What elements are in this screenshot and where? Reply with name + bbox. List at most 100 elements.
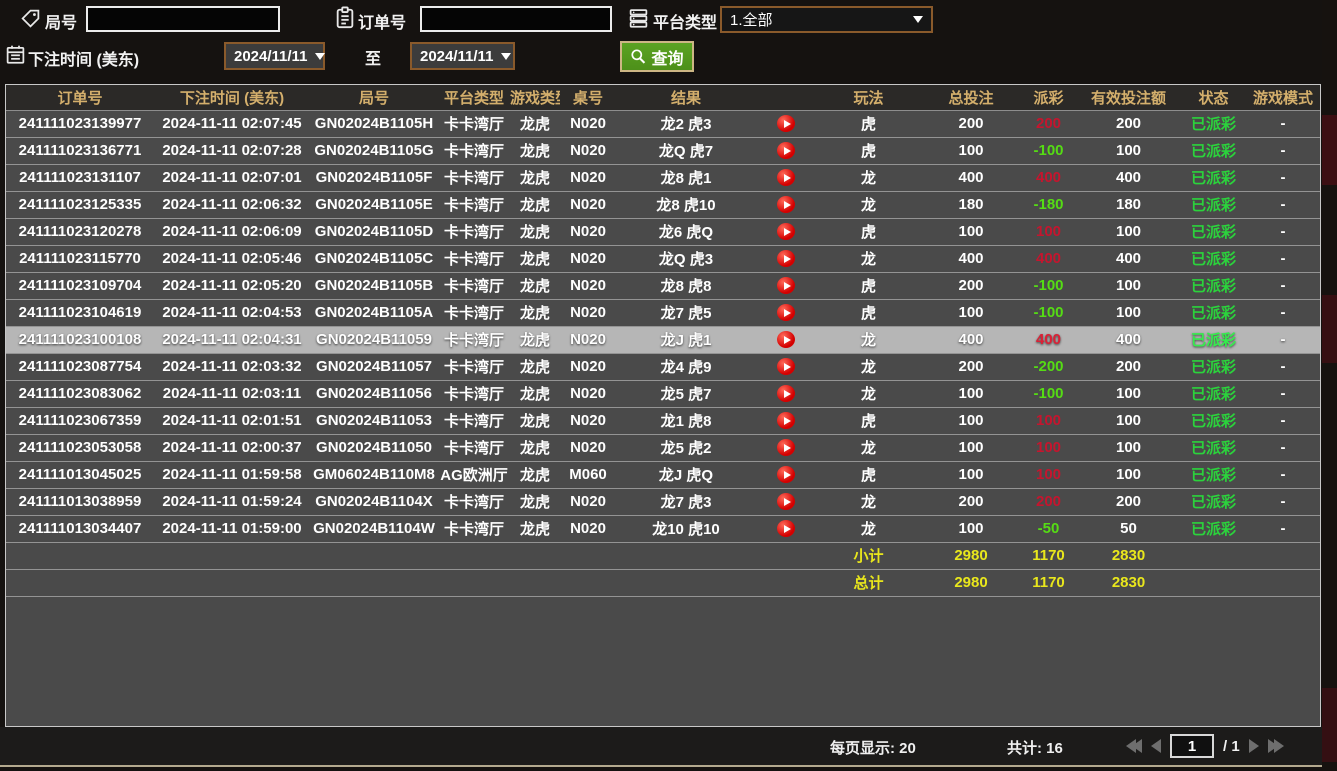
table-header-row: 订单号下注时间 (美东)局号平台类型游戏类型桌号结果玩法总投注派彩有效投注额状态… (6, 85, 1320, 110)
cell-bet: 400 (921, 245, 1021, 272)
cell-mode: - (1246, 407, 1320, 434)
cell-valid: 180 (1076, 191, 1181, 218)
cell-table_no: N020 (560, 218, 616, 245)
subtotal-row-cell-5 (560, 542, 616, 569)
cell-mode: - (1246, 380, 1320, 407)
cell-valid: 100 (1076, 218, 1181, 245)
date-to-picker[interactable]: 2024/11/11 (410, 42, 515, 70)
replay-play-icon[interactable] (777, 223, 795, 240)
cell-order: 241111023136771 (6, 137, 154, 164)
replay-play-icon[interactable] (777, 466, 795, 483)
platform-type-select[interactable]: 1.全部 (720, 6, 933, 33)
cell-platform: 卡卡湾厅 (438, 191, 510, 218)
prev-page-button[interactable] (1151, 739, 1161, 753)
replay-play-icon[interactable] (777, 385, 795, 402)
cell-mode: - (1246, 137, 1320, 164)
cell-replay (756, 137, 816, 164)
pager: / 1 (1126, 734, 1284, 758)
cell-platform: 卡卡湾厅 (438, 380, 510, 407)
replay-play-icon[interactable] (777, 439, 795, 456)
round-input[interactable] (86, 6, 280, 32)
cell-platform: 卡卡湾厅 (438, 488, 510, 515)
cell-bet: 200 (921, 272, 1021, 299)
cell-game: 龙虎 (510, 353, 560, 380)
cell-payout: 400 (1021, 164, 1076, 191)
table-row[interactable]: 2411110231157702024-11-11 02:05:46GN0202… (6, 245, 1320, 272)
total-row-cell-11: 2830 (1076, 569, 1181, 596)
cell-time: 2024-11-11 01:59:00 (154, 515, 310, 542)
page-number-input[interactable] (1170, 734, 1214, 758)
replay-play-icon[interactable] (777, 331, 795, 348)
table-row[interactable]: 2411110231367712024-11-11 02:07:28GN0202… (6, 137, 1320, 164)
total-row-cell-10: 1170 (1021, 569, 1076, 596)
cell-status: 已派彩 (1181, 272, 1246, 299)
cell-result: 龙6 虎Q (616, 218, 756, 245)
table-row[interactable]: 2411110130389592024-11-11 01:59:24GN0202… (6, 488, 1320, 515)
table-row[interactable]: 2411110230877542024-11-11 02:03:32GN0202… (6, 353, 1320, 380)
replay-play-icon[interactable] (777, 115, 795, 132)
table-row[interactable]: 2411110231046192024-11-11 02:04:53GN0202… (6, 299, 1320, 326)
replay-play-icon[interactable] (777, 250, 795, 267)
cell-valid: 100 (1076, 380, 1181, 407)
cell-table_no: N020 (560, 164, 616, 191)
cell-platform: 卡卡湾厅 (438, 326, 510, 353)
next-page-button[interactable] (1249, 739, 1259, 753)
query-button[interactable]: 查询 (620, 41, 694, 72)
cell-replay (756, 110, 816, 137)
table-row[interactable]: 2411110231253352024-11-11 02:06:32GN0202… (6, 191, 1320, 218)
replay-play-icon[interactable] (777, 142, 795, 159)
replay-play-icon[interactable] (777, 169, 795, 186)
cell-result: 龙4 虎9 (616, 353, 756, 380)
cell-valid: 100 (1076, 272, 1181, 299)
cell-platform: 卡卡湾厅 (438, 137, 510, 164)
order-input[interactable] (420, 6, 612, 32)
table-row[interactable]: 2411110231202782024-11-11 02:06:09GN0202… (6, 218, 1320, 245)
cell-play: 虎 (816, 272, 921, 299)
replay-play-icon[interactable] (777, 412, 795, 429)
replay-play-icon[interactable] (777, 277, 795, 294)
bottom-divider (0, 765, 1337, 767)
cell-replay (756, 164, 816, 191)
table-row[interactable]: 2411110230530582024-11-11 02:00:37GN0202… (6, 434, 1320, 461)
replay-play-icon[interactable] (777, 358, 795, 375)
to-label: 至 (365, 45, 381, 69)
table-row[interactable]: 2411110230673592024-11-11 02:01:51GN0202… (6, 407, 1320, 434)
cell-time: 2024-11-11 02:04:53 (154, 299, 310, 326)
table-body: 2411110231399772024-11-11 02:07:45GN0202… (6, 110, 1320, 596)
cell-round: GN02024B11050 (310, 434, 438, 461)
cell-status: 已派彩 (1181, 326, 1246, 353)
cell-result: 龙8 虎8 (616, 272, 756, 299)
cell-time: 2024-11-11 02:07:45 (154, 110, 310, 137)
date-from-picker[interactable]: 2024/11/11 (224, 42, 325, 70)
cell-mode: - (1246, 434, 1320, 461)
cell-play: 龙 (816, 164, 921, 191)
last-page-button[interactable] (1268, 739, 1284, 753)
first-page-button[interactable] (1126, 739, 1142, 753)
cell-time: 2024-11-11 02:00:37 (154, 434, 310, 461)
cell-table_no: N020 (560, 407, 616, 434)
replay-play-icon[interactable] (777, 493, 795, 510)
table-row[interactable]: 2411110231001082024-11-11 02:04:31GN0202… (6, 326, 1320, 353)
cell-mode: - (1246, 326, 1320, 353)
replay-play-icon[interactable] (777, 520, 795, 537)
replay-play-icon[interactable] (777, 196, 795, 213)
cell-round: GN02024B1105F (310, 164, 438, 191)
bet-records-table-container: 订单号下注时间 (美东)局号平台类型游戏类型桌号结果玩法总投注派彩有效投注额状态… (5, 84, 1321, 727)
table-row[interactable]: 2411110231399772024-11-11 02:07:45GN0202… (6, 110, 1320, 137)
filter-bar: 局号 订单号 平台类型 1.全部 下注时间 (美东) 2024/11/11 至 … (0, 0, 1322, 84)
table-row[interactable]: 2411110130450252024-11-11 01:59:58GM0602… (6, 461, 1320, 488)
cell-round: GN02024B1104W (310, 515, 438, 542)
cell-game: 龙虎 (510, 461, 560, 488)
table-row[interactable]: 2411110230830622024-11-11 02:03:11GN0202… (6, 380, 1320, 407)
cell-table_no: N020 (560, 245, 616, 272)
cell-round: GN02024B11053 (310, 407, 438, 434)
cell-bet: 180 (921, 191, 1021, 218)
table-row[interactable]: 2411110130344072024-11-11 01:59:00GN0202… (6, 515, 1320, 542)
cell-result: 龙7 虎3 (616, 488, 756, 515)
table-row[interactable]: 2411110231097042024-11-11 02:05:20GN0202… (6, 272, 1320, 299)
platform-type-label: 平台类型 (653, 9, 717, 33)
cell-time: 2024-11-11 02:07:01 (154, 164, 310, 191)
replay-play-icon[interactable] (777, 304, 795, 321)
cell-result: 龙2 虎3 (616, 110, 756, 137)
table-row[interactable]: 2411110231311072024-11-11 02:07:01GN0202… (6, 164, 1320, 191)
